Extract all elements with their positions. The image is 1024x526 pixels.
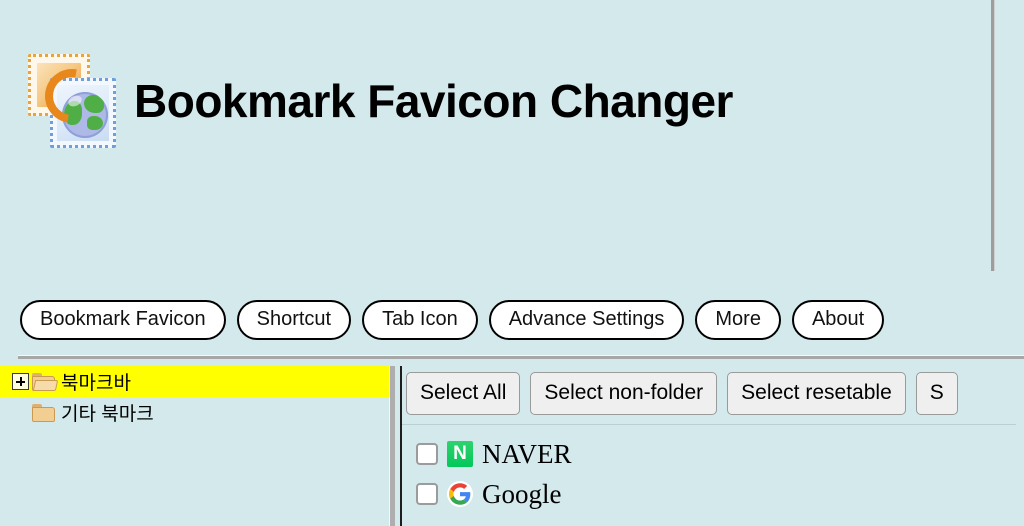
- section-divider: [18, 355, 1024, 359]
- app-branding: Bookmark Favicon Changer: [22, 48, 733, 153]
- selection-toolbar: Select All Select non-folder Select rese…: [402, 366, 1024, 415]
- bookmark-label: Google: [482, 478, 562, 509]
- app-header: Bookmark Favicon Changer: [0, 0, 1024, 272]
- folder-closed-icon: [32, 403, 55, 422]
- app-window: Bookmark Favicon Changer Bookmark Favico…: [0, 0, 1024, 526]
- stamp-globe-icon: [22, 48, 120, 153]
- tab-about[interactable]: About: [791, 300, 885, 340]
- select-resetable-button[interactable]: Select resetable: [727, 372, 906, 415]
- tab-shortcut[interactable]: Shortcut: [236, 300, 352, 340]
- folder-open-icon: [32, 372, 59, 391]
- globe-land-east: [87, 116, 103, 130]
- bookmark-folder-tree: 북마크바 기타 북마크: [0, 366, 390, 526]
- bookmark-label: NAVER: [482, 438, 572, 469]
- select-all-button[interactable]: Select All: [406, 372, 521, 415]
- bookmark-checkbox[interactable]: [416, 483, 438, 505]
- list-item[interactable]: Google: [416, 474, 1024, 514]
- content-area: 북마크바 기타 북마크 Select All Select non-folder…: [0, 366, 1024, 526]
- page-title: Bookmark Favicon Changer: [134, 74, 733, 127]
- bookmark-list-pane: Select All Select non-folder Select rese…: [402, 366, 1024, 526]
- select-clipped-button[interactable]: S: [915, 372, 958, 415]
- orange-stamp-icon: [28, 54, 110, 134]
- tree-item-label: 북마크바: [61, 373, 131, 394]
- bookmark-items: N NAVER Google: [402, 425, 1024, 514]
- google-favicon: [447, 481, 473, 507]
- header-vertical-divider: [991, 0, 995, 271]
- tree-item-label: 기타 북마크: [61, 404, 154, 425]
- bookmark-checkbox[interactable]: [416, 443, 438, 465]
- naver-favicon: N: [447, 441, 473, 467]
- pane-splitter[interactable]: [389, 366, 395, 526]
- list-item[interactable]: N NAVER: [416, 434, 1024, 474]
- tab-tab-icon[interactable]: Tab Icon: [362, 300, 478, 340]
- select-non-folder-button[interactable]: Select non-folder: [530, 372, 718, 415]
- tree-item-bookmark-bar[interactable]: 북마크바: [0, 366, 390, 397]
- tab-more[interactable]: More: [695, 300, 781, 340]
- expand-plus-icon[interactable]: [12, 373, 29, 390]
- tab-bar: Bookmark Favicon Shortcut Tab Icon Advan…: [0, 300, 1024, 340]
- tab-advance-settings[interactable]: Advance Settings: [488, 300, 685, 340]
- tree-item-other-bookmarks[interactable]: 기타 북마크: [0, 397, 390, 428]
- tab-bookmark-favicon[interactable]: Bookmark Favicon: [20, 300, 226, 340]
